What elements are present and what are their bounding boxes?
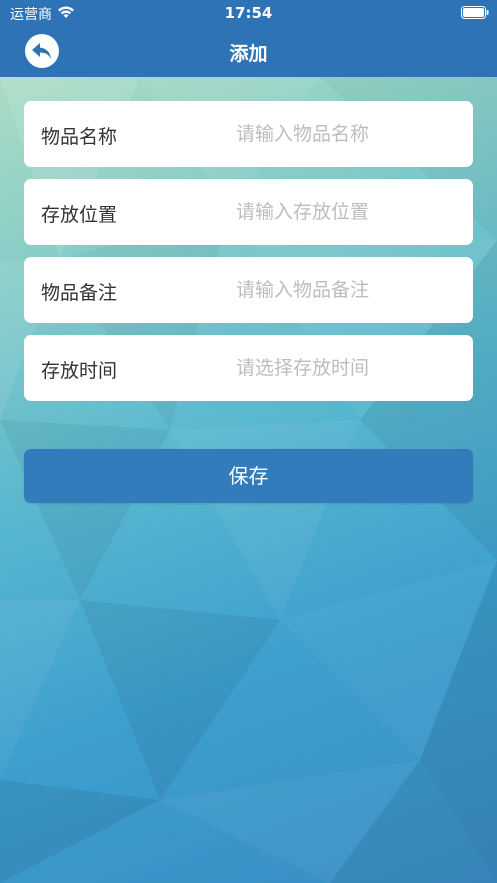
item-note-input[interactable] bbox=[236, 271, 461, 309]
storage-time-label: 存放时间 bbox=[41, 360, 118, 382]
status-time: 17:54 bbox=[224, 4, 273, 22]
storage-location-input[interactable] bbox=[236, 193, 461, 231]
page-title: 添加 bbox=[229, 43, 268, 65]
top-bar: 运营商 17:54 添加 bbox=[0, 0, 497, 77]
storage-time-row: 存放时间 bbox=[24, 335, 473, 401]
storage-time-picker[interactable] bbox=[236, 349, 461, 387]
back-button[interactable] bbox=[25, 34, 59, 68]
item-name-row: 物品名称 bbox=[24, 101, 473, 167]
battery-icon bbox=[461, 6, 489, 19]
item-name-label: 物品名称 bbox=[41, 126, 118, 148]
item-note-label: 物品备注 bbox=[41, 282, 118, 304]
status-bar: 运营商 17:54 bbox=[0, 0, 497, 26]
item-note-row: 物品备注 bbox=[24, 257, 473, 323]
storage-location-label: 存放位置 bbox=[41, 204, 118, 226]
save-button[interactable]: 保存 bbox=[24, 449, 473, 503]
add-item-form: 物品名称 存放位置 物品备注 存放时间 bbox=[24, 101, 473, 413]
back-arrow-icon bbox=[32, 43, 51, 59]
add-item-screen: 运营商 17:54 添加 物品名称 请输入物品名称 存放位置 请输入存放位置 物… bbox=[0, 0, 497, 883]
storage-location-row: 存放位置 bbox=[24, 179, 473, 245]
nav-bar: 添加 bbox=[0, 26, 497, 77]
item-name-input[interactable] bbox=[236, 115, 461, 153]
